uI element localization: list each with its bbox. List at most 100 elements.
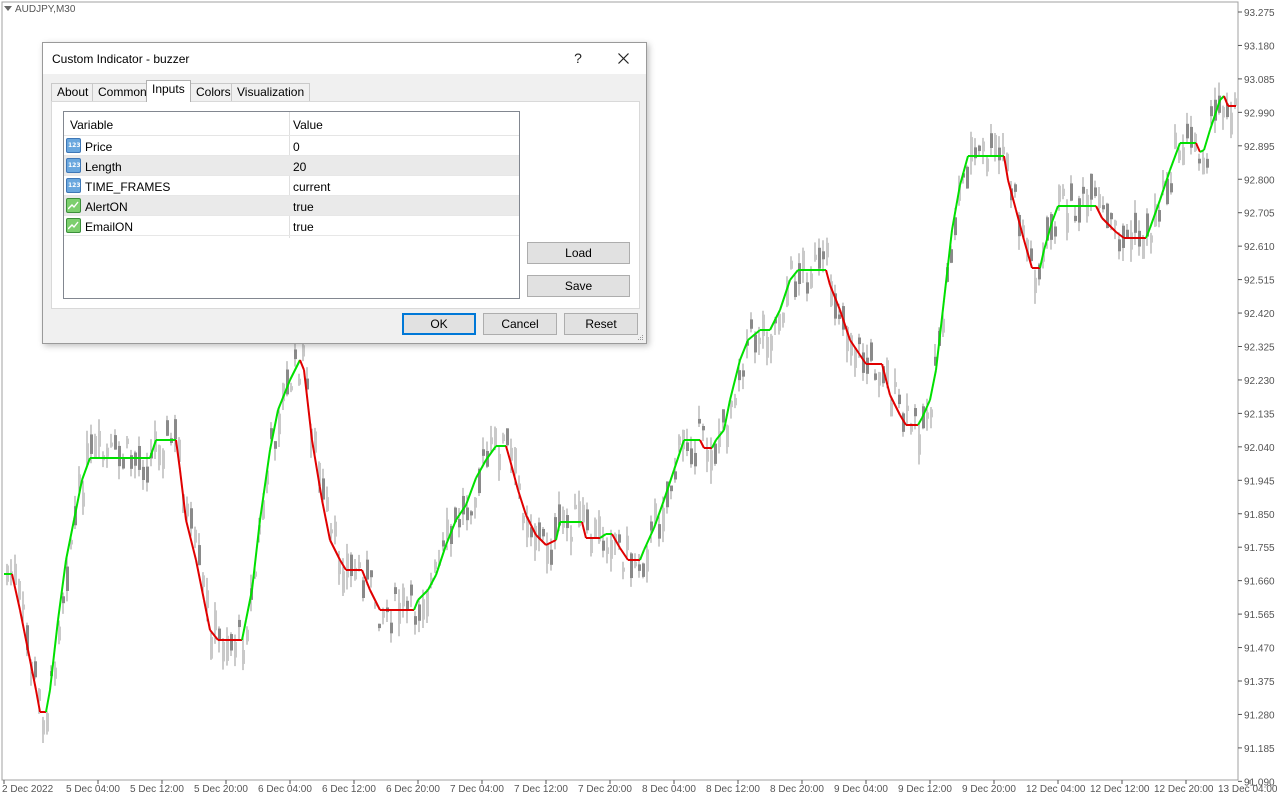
candle-body	[1074, 215, 1077, 222]
tab-colors[interactable]: Colors	[190, 83, 237, 102]
price-tick-label: 92.895	[1244, 142, 1275, 153]
candle-body	[1178, 150, 1181, 161]
candle-body	[1102, 205, 1105, 210]
header-value[interactable]: Value	[293, 118, 323, 132]
candle-body	[1110, 213, 1113, 220]
candle-body	[542, 528, 545, 537]
candle-body	[670, 485, 673, 492]
candle-body	[898, 394, 901, 405]
candle-body	[638, 564, 641, 571]
reset-button[interactable]: Reset	[564, 313, 638, 335]
candle-body	[166, 420, 169, 436]
price-tick-label: 91.945	[1244, 476, 1275, 487]
variable-value[interactable]: true	[293, 220, 314, 234]
candle-body	[686, 442, 689, 451]
candle-body	[590, 537, 593, 554]
indicator-segment	[825, 269, 831, 286]
candle-body	[770, 335, 773, 351]
load-button[interactable]: Load	[527, 242, 630, 264]
inputs-grid[interactable]: Variable Value 123 Price 0 123 Length 20…	[63, 111, 520, 299]
candle-body	[1090, 173, 1093, 200]
indicator-segment	[943, 229, 953, 301]
candle-body	[458, 519, 461, 528]
candle-body	[918, 434, 921, 455]
candle-body	[634, 561, 637, 567]
header-variable[interactable]: Variable	[70, 118, 113, 132]
time-tick-label: 2 Dec 2022	[2, 784, 54, 795]
custom-indicator-dialog: Custom Indicator - buzzer ? About Common…	[42, 42, 647, 344]
candle-body	[970, 137, 973, 162]
help-button[interactable]: ?	[556, 43, 600, 74]
candle-body	[986, 158, 989, 172]
candle-body	[466, 507, 469, 521]
candle-body	[706, 449, 709, 462]
candle-body	[658, 524, 661, 539]
grid-row-price[interactable]: 123 Price 0	[64, 136, 519, 156]
save-button[interactable]: Save	[527, 275, 630, 297]
candle-body	[610, 539, 613, 559]
candle-body	[618, 534, 621, 543]
time-tick-label: 7 Dec 04:00	[450, 784, 504, 795]
cancel-button[interactable]: Cancel	[483, 313, 557, 335]
candle-body	[582, 504, 585, 523]
grid-row-time-frames[interactable]: 123 TIME_FRAMES current	[64, 176, 519, 196]
tab-about[interactable]: About	[51, 83, 95, 102]
candle-body	[1134, 212, 1137, 233]
candle-body	[1094, 187, 1097, 197]
candle-body	[142, 466, 145, 481]
variable-value[interactable]: current	[293, 180, 330, 194]
candle-body	[710, 450, 713, 471]
candle-body	[350, 554, 353, 577]
candle-body	[914, 408, 917, 417]
indicator-segment	[581, 521, 587, 539]
tab-inputs[interactable]: Inputs	[146, 80, 191, 102]
variable-value[interactable]: 0	[293, 140, 300, 154]
candle-body	[758, 337, 761, 345]
tab-common[interactable]: Common	[92, 83, 153, 102]
candle-body	[522, 515, 525, 524]
price-tick-label: 92.325	[1244, 343, 1275, 354]
candle-body	[54, 667, 57, 679]
dialog-titlebar[interactable]: Custom Indicator - buzzer ?	[43, 43, 646, 74]
grid-row-length[interactable]: 123 Length 20	[64, 156, 519, 176]
variable-value[interactable]: 20	[293, 160, 306, 174]
candle-body	[766, 336, 769, 358]
candle-body	[446, 519, 449, 537]
candle-body	[678, 436, 681, 446]
candle-body	[586, 509, 589, 531]
candle-body	[1150, 235, 1153, 243]
candle-body	[378, 623, 381, 629]
time-tick-label: 8 Dec 12:00	[706, 784, 760, 795]
candle-body	[662, 507, 665, 532]
grid-row-emailon[interactable]: EmailON true	[64, 216, 519, 236]
grid-row-alerton[interactable]: AlertON true	[64, 196, 519, 216]
price-tick-label: 91.755	[1244, 543, 1275, 554]
candle-body	[186, 503, 189, 517]
candle-body	[126, 438, 129, 445]
resize-grip-icon[interactable]	[636, 333, 644, 341]
price-tick-label: 92.515	[1244, 276, 1275, 287]
candle-body	[798, 263, 801, 285]
candle-body	[134, 452, 137, 466]
close-button[interactable]	[601, 43, 645, 74]
candle-body	[230, 634, 233, 651]
candle-body	[994, 134, 997, 157]
candle-body	[726, 425, 729, 448]
candle-body	[1206, 158, 1209, 168]
candle-body	[878, 372, 881, 386]
candle-body	[94, 436, 97, 459]
candle-body	[906, 405, 909, 411]
candle-body	[90, 434, 93, 454]
time-tick-label: 9 Dec 04:00	[834, 784, 888, 795]
candle-body	[694, 452, 697, 467]
candle-body	[822, 251, 825, 260]
ok-button[interactable]: OK	[402, 313, 476, 335]
variable-value[interactable]: true	[293, 200, 314, 214]
variable-name: Length	[85, 160, 122, 174]
candle-body	[58, 626, 61, 641]
tab-visualization[interactable]: Visualization	[231, 83, 311, 102]
candle-body	[366, 559, 369, 580]
indicator-segment	[413, 599, 419, 611]
time-tick-label: 9 Dec 12:00	[898, 784, 952, 795]
candle-body	[194, 529, 197, 543]
